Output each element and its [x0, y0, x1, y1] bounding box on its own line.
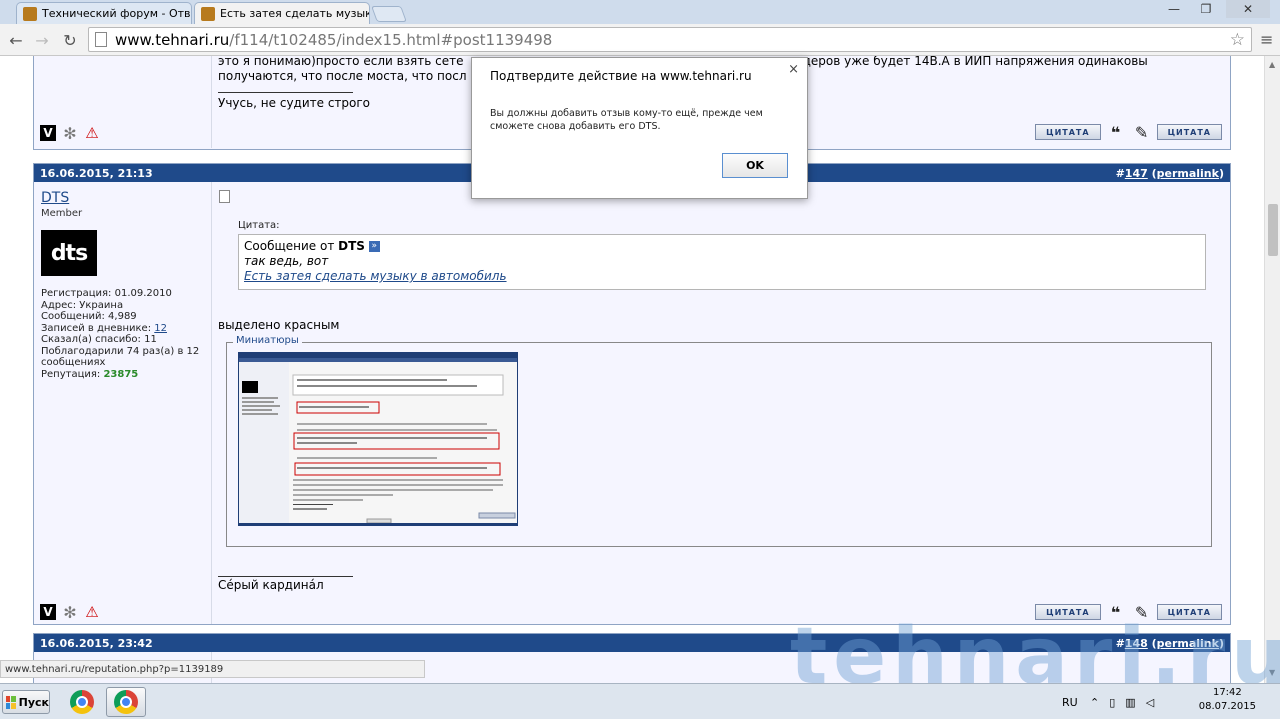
post-tools: V ✻ ⚠ [40, 124, 100, 143]
bookmark-star-icon[interactable]: ☆ [1230, 30, 1245, 50]
scroll-up-icon[interactable]: ▲ [1269, 60, 1275, 69]
reload-icon[interactable]: ↻ [60, 30, 80, 50]
taskbar-chrome-pinned[interactable] [62, 687, 102, 717]
post-text: выделено красным [218, 318, 340, 332]
quote-thread-link[interactable]: Есть затея сделать музыку в автомобиль [244, 269, 507, 283]
author-name[interactable]: DTS [41, 190, 69, 206]
favicon-icon [201, 6, 215, 21]
thumbnails-fieldset: Миниатюры [226, 335, 1212, 547]
reputation-value: 23875 [103, 368, 139, 380]
post-body: Цитата: Сообщение от DTS » так ведь, вот… [213, 182, 1230, 624]
language-indicator[interactable]: RU [1062, 684, 1078, 720]
page-icon [95, 32, 107, 47]
tab-technical-forum[interactable]: Технический форум - Отве ✕ [16, 2, 192, 24]
view-post-arrow-icon[interactable]: » [368, 241, 380, 252]
post-actions: ЦИТАТА ❝ ✎ ЦИТАТА [1035, 122, 1222, 142]
warning-icon[interactable]: ⚠ [84, 603, 100, 621]
battery-icon[interactable]: ▯ [1109, 696, 1115, 709]
post-icon [219, 190, 230, 203]
quote-label: Цитата: [238, 220, 280, 231]
quote-author: DTS [338, 239, 365, 253]
confirm-dialog: Подтвердите действие на www.tehnari.ru ×… [471, 57, 808, 199]
taskbar-chrome-active[interactable] [106, 687, 146, 717]
signature-divider [218, 92, 353, 93]
author-info: Регистрация: 01.09.2010 Адрес: Украина С… [41, 288, 200, 380]
maximize-button[interactable]: ❐ [1192, 0, 1220, 18]
signature: Сéрый кардинáл [218, 578, 324, 592]
post-number: #147 (permalink) [1115, 166, 1224, 180]
thumbnails-legend: Миниатюры [233, 335, 302, 346]
v-icon[interactable]: V [40, 125, 56, 141]
previous-post-sidebar: V ✻ ⚠ [34, 56, 212, 148]
quick-quote-button[interactable]: ЦИТАТА [1156, 124, 1222, 140]
post-date: 16.06.2015, 21:13 [40, 166, 153, 180]
post-date: 16.06.2015, 23:42 [40, 636, 153, 650]
windows-logo-icon [6, 695, 16, 709]
warning-icon[interactable]: ⚠ [84, 124, 100, 142]
close-window-button[interactable]: ✕ [1226, 0, 1270, 18]
browser-toolbar: ← → ↻ www.tehnari.ru /f114/t102485/index… [0, 24, 1280, 56]
ok-button[interactable]: OK [722, 153, 788, 178]
dialog-message: Вы должны добавить отзыв кому-то ещё, пр… [490, 108, 763, 132]
address-bar[interactable]: www.tehnari.ru /f114/t102485/index15.htm… [88, 27, 1252, 52]
new-tab-button[interactable] [371, 6, 407, 22]
browser-titlebar: Технический форум - Отве ✕ Есть затея сд… [0, 0, 1280, 24]
page-scrollbar[interactable]: ▲ ▼ [1264, 56, 1280, 683]
network-icon[interactable]: ▥ [1125, 696, 1135, 709]
dialog-title: Подтвердите действие на www.tehnari.ru [490, 69, 752, 83]
back-arrow-icon[interactable]: ← [6, 30, 26, 50]
signature-divider [218, 576, 353, 577]
volume-icon[interactable]: ◁ [1146, 696, 1154, 709]
thumbnail-image[interactable] [238, 352, 518, 526]
quote-box: Сообщение от DTS » так ведь, вот Есть за… [238, 234, 1206, 290]
avatar: dts [41, 230, 97, 276]
post-tools: V ✻ ⚠ [40, 603, 100, 622]
favicon-icon [23, 6, 37, 21]
author-sidebar: DTS Member dts Регистрация: 01.09.2010 А… [34, 182, 212, 624]
multi-quote-icon[interactable]: ❝ [1105, 122, 1127, 142]
scrollbar-thumb[interactable] [1268, 204, 1278, 256]
start-button[interactable]: Пуск [2, 690, 50, 714]
diary-link[interactable]: 12 [154, 323, 167, 334]
status-bar-url: www.tehnari.ru/reputation.php?p=1139189 [0, 660, 425, 678]
dialog-close-icon[interactable]: × [788, 62, 799, 77]
tray-expand-icon[interactable]: ⌃ [1090, 696, 1099, 709]
chrome-icon [70, 690, 94, 714]
quote-button[interactable]: ЦИТАТА [1035, 124, 1101, 140]
signature: Учусь, не судите строго [218, 96, 371, 110]
author-rank: Member [41, 208, 83, 219]
quote-text: так ведь, вот [244, 254, 329, 268]
post-147: 16.06.2015, 21:13 #147 (permalink) DTS M… [33, 163, 1231, 625]
gear-icon[interactable]: ✻ [62, 124, 78, 143]
chrome-icon [114, 690, 138, 714]
forward-arrow-icon[interactable]: → [32, 30, 52, 50]
tab-music-thread[interactable]: Есть затея сделать музыку ✕ [194, 2, 370, 24]
minimize-button[interactable]: — [1160, 0, 1188, 18]
system-tray: ⌃ ▯ ▥ ◁ [1090, 684, 1154, 720]
taskbar-clock[interactable]: 17:42 08.07.2015 [1199, 686, 1256, 714]
edit-icon[interactable]: ✎ [1131, 122, 1153, 142]
taskbar: Пуск RU ⌃ ▯ ▥ ◁ 17:42 08.07.2015 [0, 683, 1280, 719]
permalink-link[interactable]: permalink [1157, 167, 1219, 180]
thumbnail-preview-graphic [239, 353, 517, 525]
gear-icon[interactable]: ✻ [62, 603, 78, 622]
post-number-link[interactable]: 147 [1125, 167, 1148, 180]
menu-icon[interactable]: ≡ [1260, 30, 1273, 49]
v-icon[interactable]: V [40, 604, 56, 620]
